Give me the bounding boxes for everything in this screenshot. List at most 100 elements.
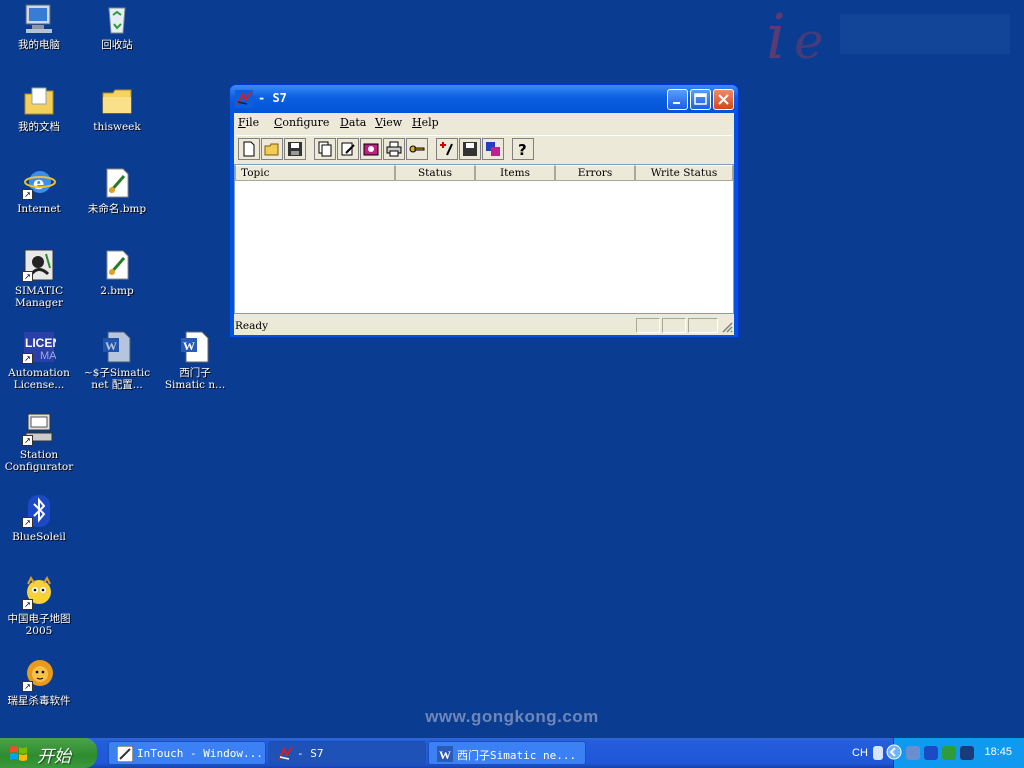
taskbar-item-label: - S7: [297, 747, 324, 760]
minimize-icon: [673, 102, 680, 104]
desktop-icon-label: Station Configurator: [4, 449, 74, 473]
desktop-icon-simatic-net-temp-doc[interactable]: W ~$子Simatic net 配置...: [78, 330, 156, 391]
desktop-icon-station-configurator[interactable]: ↗ Station Configurator: [0, 412, 78, 473]
watermark-logo: i e: [766, 0, 1010, 72]
shortcut-arrow-icon: ↗: [22, 435, 33, 446]
save-config-button[interactable]: [459, 138, 481, 160]
s7-window: - S7 File Configure Data View Help ? Top…: [229, 84, 739, 338]
print-button[interactable]: [383, 138, 405, 160]
column-header-status[interactable]: Status: [395, 165, 475, 181]
desktop-icon-my-computer[interactable]: 我的电脑: [0, 2, 78, 51]
desktop-icon-label: 我的电脑: [18, 39, 60, 51]
desktop-icon-internet[interactable]: e ↗ Internet: [0, 166, 78, 215]
svg-text:i: i: [766, 0, 786, 72]
lion-antivirus-icon: ↗: [22, 658, 56, 692]
station-configurator-icon: ↗: [22, 412, 56, 446]
taskbar-item-label: InTouch - Window...: [137, 747, 263, 760]
bluetooth-tray-icon[interactable]: [924, 746, 938, 760]
tray-expand-icon[interactable]: [886, 744, 902, 760]
desktop-icon-label: ~$子Simatic net 配置...: [83, 367, 151, 391]
cartoon-map-icon: ↗: [22, 575, 56, 610]
folder-icon: [100, 84, 134, 118]
close-button[interactable]: [713, 89, 734, 110]
shortcut-arrow-icon: ↗: [22, 517, 33, 528]
desktop-icon-recycle-bin[interactable]: 回收站: [78, 2, 156, 51]
resize-grip-icon[interactable]: [721, 321, 733, 333]
minimize-button[interactable]: [667, 89, 688, 110]
desktop-icon-bluesoleil[interactable]: ↗ BlueSoleil: [0, 494, 78, 543]
shortcut-arrow-icon: ↗: [22, 189, 33, 200]
db-button[interactable]: [482, 138, 504, 160]
add-item-button[interactable]: [436, 138, 458, 160]
system-tray: 18:45: [886, 738, 1024, 768]
desktop-icon-label: thisweek: [93, 121, 141, 133]
desktop-icon-siemens-simatic-doc[interactable]: W 西门子 Simatic n...: [156, 330, 234, 391]
bitmap-file-icon: [100, 166, 134, 200]
topic-definition-button[interactable]: [360, 138, 382, 160]
desktop-icon-label: 我的文档: [18, 121, 60, 133]
maximize-button[interactable]: [690, 89, 711, 110]
taskbar-item-s7[interactable]: - S7: [268, 741, 426, 765]
open-button[interactable]: [261, 138, 283, 160]
title-bar[interactable]: - S7: [230, 85, 738, 113]
bitmap-file-icon: [100, 248, 134, 282]
ime-icon[interactable]: [873, 746, 883, 760]
maximize-icon: [694, 93, 707, 105]
new-button[interactable]: [238, 138, 260, 160]
desktop-icon-label: SIMATIC Manager: [14, 285, 64, 309]
taskbar-item-intouch[interactable]: InTouch - Window...: [108, 741, 266, 765]
column-header-errors[interactable]: Errors: [555, 165, 635, 181]
shortcut-arrow-icon: ↗: [22, 681, 33, 692]
database-icon: [486, 142, 500, 156]
topic-definition-icon: [363, 143, 379, 156]
help-question-icon: ?: [518, 141, 527, 157]
menu-file[interactable]: File: [238, 116, 259, 129]
desktop-icon-my-documents[interactable]: 我的文档: [0, 84, 78, 133]
desktop-icon-2-bmp[interactable]: 2.bmp: [78, 248, 156, 297]
desktop-icon-label: BlueSoleil: [12, 531, 66, 543]
taskbar-item-word-doc[interactable]: W 西门子Simatic ne...: [428, 741, 586, 765]
desktop-icon-simatic-manager[interactable]: ↗ SIMATIC Manager: [0, 248, 78, 309]
network-icon[interactable]: [906, 746, 920, 760]
shortcut-arrow-icon: ↗: [22, 599, 33, 610]
desktop-icon-label: Automation License...: [8, 367, 70, 391]
s7-app-icon: [235, 90, 253, 108]
start-label: 开始: [37, 747, 71, 767]
floppy-disk-icon: [463, 142, 477, 156]
menu-configure[interactable]: Configure: [274, 116, 329, 129]
copy-topic-button[interactable]: [314, 138, 336, 160]
display-tray-icon[interactable]: [960, 746, 974, 760]
printer-icon: [386, 141, 402, 157]
desktop-icon-label: Internet: [17, 203, 61, 215]
desktop-icon-unnamed-bmp[interactable]: 未命名.bmp: [78, 166, 156, 215]
menu-data[interactable]: Data: [340, 116, 366, 129]
menu-view[interactable]: View: [375, 116, 402, 129]
input-language-indicator[interactable]: CH: [852, 747, 868, 759]
internet-explorer-icon: e ↗: [22, 166, 56, 200]
antivirus-tray-icon[interactable]: [942, 746, 956, 760]
topic-list[interactable]: Topic Status Items Errors Write Status: [234, 164, 734, 314]
column-header-items[interactable]: Items: [475, 165, 555, 181]
desktop-icon-thisweek[interactable]: thisweek: [78, 84, 156, 133]
toolbar: ?: [236, 135, 732, 163]
desktop-icon-rising-antivirus[interactable]: ↗ 瑞星杀毒软件: [0, 658, 78, 707]
clock[interactable]: 18:45: [984, 746, 1012, 758]
column-header-topic[interactable]: Topic: [235, 165, 395, 181]
desktop-icon-automation-license[interactable]: LICENMA ↗ Automation License...: [0, 330, 78, 391]
shortcut-arrow-icon: ↗: [22, 353, 33, 364]
window-client-area: File Configure Data View Help ? Topic St…: [234, 113, 734, 335]
edit-document-icon: [341, 142, 355, 156]
save-button[interactable]: [284, 138, 306, 160]
menu-help[interactable]: Help: [412, 116, 439, 129]
help-button[interactable]: ?: [512, 138, 534, 160]
desktop-icon-china-emap-2005[interactable]: ↗ 中国电子地图 2005: [0, 575, 78, 637]
key-button[interactable]: [406, 138, 428, 160]
watermark-text: www.gongkong.com: [425, 707, 599, 726]
column-header-write-status[interactable]: Write Status: [635, 165, 733, 181]
svg-text:LICEN: LICEN: [25, 336, 56, 350]
start-button[interactable]: 开始: [0, 738, 97, 768]
taskbar: 开始 InTouch - Window... - S7 W 西门子Simatic…: [0, 738, 1024, 768]
edit-topic-button[interactable]: [337, 138, 359, 160]
key-icon: [409, 145, 425, 153]
add-item-icon: [440, 142, 453, 156]
